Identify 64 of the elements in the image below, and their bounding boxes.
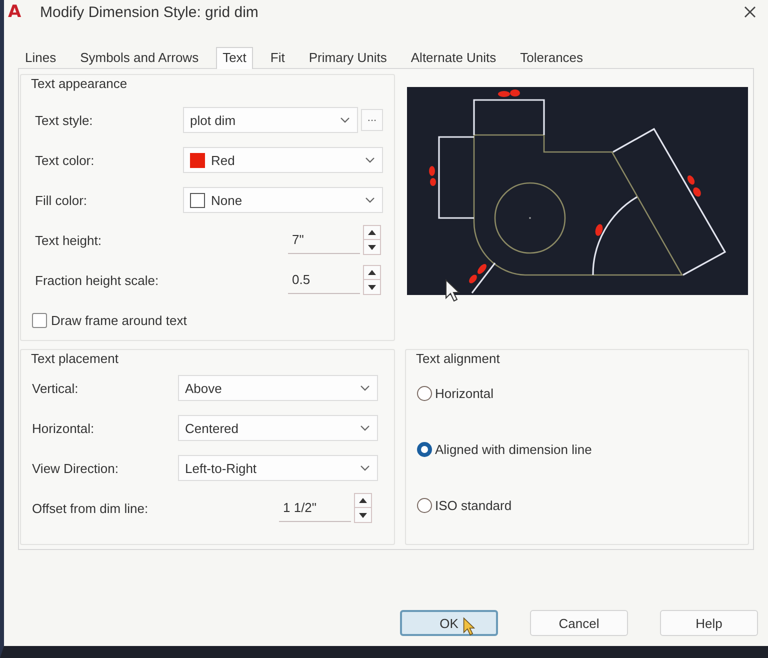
caret-down-icon (359, 512, 367, 518)
close-icon[interactable] (744, 6, 756, 18)
color-dropdown[interactable]: None (183, 187, 383, 213)
checkbox[interactable] (32, 312, 47, 328)
group-title: Text alignment (416, 350, 501, 368)
chevron-down-icon (365, 157, 375, 163)
spin-up-button[interactable] (354, 493, 372, 508)
group-title: Text appearance (31, 75, 128, 93)
dialog-button[interactable]: Cancel (530, 610, 628, 636)
field-label: Text style: (35, 112, 94, 128)
swatch-icon (190, 192, 205, 208)
dialog-button[interactable]: OK (400, 610, 498, 636)
radio-label: Aligned with dimension line (435, 442, 592, 456)
chevron-down-icon (360, 425, 370, 431)
dialog-button[interactable]: Help (660, 610, 758, 636)
field-label: Fill color: (35, 192, 88, 208)
field-label: Text color: (35, 152, 96, 168)
spinner-field[interactable]: 0.5 (288, 266, 360, 294)
spinner-field[interactable]: 7" (288, 226, 360, 254)
caret-up-icon (368, 230, 376, 235)
radio-button[interactable] (417, 498, 432, 512)
spin-up-button[interactable] (363, 265, 381, 280)
mouse-pointer-icon (463, 617, 475, 636)
checkbox-label: Draw frame around text (51, 312, 187, 328)
chevron-down-icon (360, 465, 370, 471)
chevron-down-icon (340, 117, 350, 123)
caret-down-icon (368, 284, 376, 290)
spin-up-button[interactable] (363, 225, 381, 240)
tab[interactable]: Fit (263, 47, 292, 68)
dropdown[interactable]: plot dim (183, 107, 358, 133)
field-label: View Direction: (32, 460, 120, 476)
spin-down-button[interactable] (354, 508, 372, 523)
app-logo: A (8, 2, 22, 22)
dropdown[interactable]: Above (178, 375, 378, 401)
tab[interactable]: Alternate Units (404, 47, 504, 68)
caret-down-icon (368, 244, 376, 250)
field-label: Text height: (35, 232, 102, 248)
caret-up-icon (368, 270, 376, 275)
field-label: Offset from dim line: (32, 500, 150, 516)
browse-button[interactable]: ... (361, 109, 383, 131)
spinner-field[interactable]: 1 1/2" (279, 494, 351, 522)
chevron-down-icon (365, 197, 375, 203)
tab[interactable]: Text (216, 47, 254, 69)
spin-down-button[interactable] (363, 280, 381, 295)
field-label: Fraction height scale: (35, 272, 160, 288)
field-label: Vertical: (32, 380, 80, 396)
radio-label: ISO standard (435, 498, 512, 512)
group-title: Text placement (31, 350, 120, 368)
field-label: Horizontal: (32, 420, 96, 436)
radio-button[interactable] (417, 386, 432, 400)
radio-label: Horizontal (435, 386, 494, 400)
dropdown[interactable]: Left-to-Right (178, 455, 378, 481)
tab[interactable]: Tolerances (513, 47, 590, 68)
window-title: Modify Dimension Style: grid dim (40, 4, 258, 20)
radio-button[interactable] (417, 442, 432, 456)
color-dropdown[interactable]: Red (183, 147, 383, 173)
tab[interactable]: Primary Units (302, 47, 394, 68)
tab[interactable]: Lines (18, 47, 64, 68)
mouse-pointer-icon (445, 279, 460, 302)
spin-down-button[interactable] (363, 240, 381, 255)
dropdown[interactable]: Centered (178, 415, 378, 441)
caret-up-icon (359, 498, 367, 503)
chevron-down-icon (360, 385, 370, 391)
tab[interactable]: Symbols and Arrows (73, 47, 206, 68)
